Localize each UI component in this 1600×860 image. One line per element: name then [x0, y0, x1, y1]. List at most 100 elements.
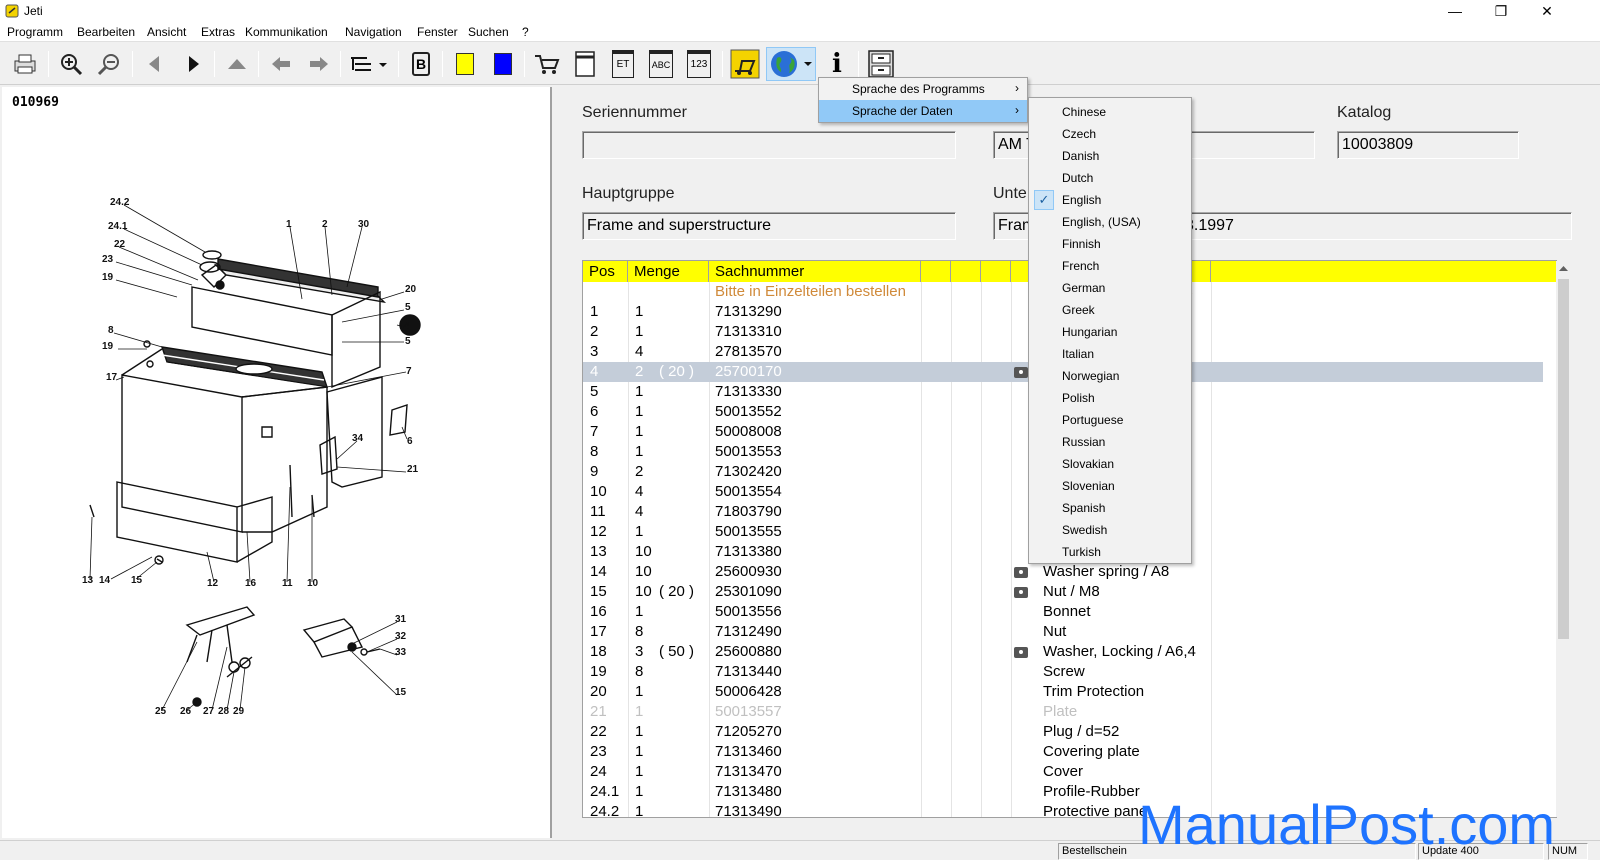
- yellow-color-button[interactable]: [448, 47, 482, 81]
- language-item-portuguese[interactable]: Portuguese: [1029, 409, 1191, 431]
- camera-icon[interactable]: [1014, 643, 1028, 660]
- language-item-english[interactable]: ✓ English: [1029, 189, 1191, 211]
- menu-fenster[interactable]: Fenster: [417, 25, 458, 39]
- header-col-4[interactable]: [921, 261, 951, 282]
- drawing-pane[interactable]: 010969 24.2 24.1 22 23 19 1 2 30 20 5 4 …: [2, 87, 552, 838]
- callout-label[interactable]: 6: [407, 436, 413, 447]
- callout-label[interactable]: 19: [102, 341, 114, 352]
- callout-label[interactable]: 5: [405, 302, 411, 313]
- cart-button[interactable]: [530, 47, 564, 81]
- callout-label[interactable]: 32: [395, 631, 407, 642]
- language-item-slovenian[interactable]: Slovenian: [1029, 475, 1191, 497]
- language-button[interactable]: [766, 47, 816, 81]
- typ-field[interactable]: AM T: [993, 131, 1033, 159]
- language-item-chinese[interactable]: Chinese: [1029, 101, 1191, 123]
- menu-item-program-language[interactable]: Sprache des Programms ›: [819, 78, 1027, 100]
- language-item-turkish[interactable]: Turkish: [1029, 541, 1191, 563]
- callout-label[interactable]: 23: [102, 254, 114, 265]
- language-item-english-usa[interactable]: English, (USA): [1029, 211, 1191, 233]
- info-button[interactable]: i: [820, 47, 854, 81]
- callout-label[interactable]: 29: [233, 706, 245, 717]
- language-item-finnish[interactable]: Finnish: [1029, 233, 1191, 255]
- header-menge[interactable]: Menge: [628, 261, 709, 282]
- callout-label[interactable]: 26: [180, 706, 192, 717]
- callout-label[interactable]: 31: [395, 614, 407, 625]
- scroll-up-icon[interactable]: [1556, 261, 1571, 276]
- language-item-italian[interactable]: Italian: [1029, 343, 1191, 365]
- seriennummer-field[interactable]: [582, 131, 956, 159]
- callout-label[interactable]: 22: [114, 239, 126, 250]
- camera-icon[interactable]: [1014, 563, 1028, 580]
- callout-label[interactable]: 13: [82, 575, 94, 586]
- callout-label[interactable]: 15: [395, 687, 407, 698]
- untergruppe-field[interactable]: Fram: [993, 212, 1033, 240]
- callout-label[interactable]: 25: [155, 706, 167, 717]
- language-item-norwegian[interactable]: Norwegian: [1029, 365, 1191, 387]
- back-button[interactable]: [264, 47, 298, 81]
- callout-label[interactable]: 14: [99, 575, 111, 586]
- vertical-scrollbar[interactable]: [1556, 261, 1571, 817]
- menu-extras[interactable]: Extras: [201, 25, 235, 39]
- callout-label[interactable]: 12: [207, 578, 219, 589]
- next-button[interactable]: [176, 47, 210, 81]
- numeric-button[interactable]: 123: [682, 47, 716, 81]
- restore-button[interactable]: ❐: [1478, 0, 1524, 22]
- callout-label[interactable]: 20: [405, 284, 417, 295]
- language-item-swedish[interactable]: Swedish: [1029, 519, 1191, 541]
- callout-label[interactable]: 27: [203, 706, 215, 717]
- callout-label[interactable]: 16: [245, 578, 257, 589]
- menu-kommunikation[interactable]: Kommunikation: [245, 25, 328, 39]
- callout-label[interactable]: 30: [358, 219, 370, 230]
- blue-color-button[interactable]: [486, 47, 520, 81]
- callout-label[interactable]: 21: [407, 464, 419, 475]
- abc-button[interactable]: ABC: [644, 47, 678, 81]
- scroll-thumb[interactable]: [1558, 279, 1569, 639]
- table-row[interactable]: 23 1 71313460 Covering plate: [583, 742, 1543, 762]
- camera-icon[interactable]: [1014, 363, 1028, 380]
- menu-bearbeiten[interactable]: Bearbeiten: [77, 25, 135, 39]
- menu-item-data-language[interactable]: Sprache der Daten ›: [819, 100, 1027, 122]
- table-row[interactable]: 16 1 50013556 Bonnet: [583, 602, 1543, 622]
- menu-ansicht[interactable]: Ansicht: [147, 25, 186, 39]
- callout-label[interactable]: 24.1: [108, 221, 128, 232]
- callout-label[interactable]: 2: [322, 219, 328, 230]
- header-col-6[interactable]: [981, 261, 1011, 282]
- katalog-field[interactable]: 10003809: [1337, 131, 1519, 159]
- callout-label[interactable]: 28: [218, 706, 230, 717]
- table-row[interactable]: 24 1 71313470 Cover: [583, 762, 1543, 782]
- callout-label[interactable]: 15: [131, 575, 143, 586]
- zoom-in-button[interactable]: [54, 47, 88, 81]
- language-item-french[interactable]: French: [1029, 255, 1191, 277]
- callout-label[interactable]: 17: [106, 372, 118, 383]
- menu-help[interactable]: ?: [522, 25, 529, 39]
- hauptgruppe-field[interactable]: Frame and superstructure: [582, 212, 956, 240]
- callout-label[interactable]: 11: [282, 578, 293, 589]
- callout-label[interactable]: 19: [102, 272, 114, 283]
- language-item-hungarian[interactable]: Hungarian: [1029, 321, 1191, 343]
- language-item-spanish[interactable]: Spanish: [1029, 497, 1191, 519]
- menu-programm[interactable]: Programm: [7, 25, 63, 39]
- language-item-greek[interactable]: Greek: [1029, 299, 1191, 321]
- table-row[interactable]: 20 1 50006428 Trim Protection: [583, 682, 1543, 702]
- table-row[interactable]: 14 10 25600930 Washer spring / A8: [583, 562, 1543, 582]
- table-row[interactable]: 15 10 ( 20 ) 25301090 Nut / M8: [583, 582, 1543, 602]
- language-item-danish[interactable]: Danish: [1029, 145, 1191, 167]
- minimize-button[interactable]: —: [1432, 0, 1478, 22]
- previous-button[interactable]: [138, 47, 172, 81]
- print-button[interactable]: [8, 47, 42, 81]
- language-item-russian[interactable]: Russian: [1029, 431, 1191, 453]
- tree-view-dropdown[interactable]: [346, 47, 392, 81]
- language-item-german[interactable]: German: [1029, 277, 1191, 299]
- callout-label[interactable]: 1: [286, 219, 292, 230]
- language-item-dutch[interactable]: Dutch: [1029, 167, 1191, 189]
- forward-button[interactable]: [302, 47, 336, 81]
- table-row[interactable]: 18 3 ( 50 ) 25600880 Washer, Locking / A6,4: [583, 642, 1543, 662]
- zoom-out-button[interactable]: [92, 47, 126, 81]
- up-button[interactable]: [220, 47, 254, 81]
- header-sachnummer[interactable]: Sachnummer: [709, 261, 921, 282]
- cabinet-button[interactable]: [864, 47, 898, 81]
- close-button[interactable]: ✕: [1524, 0, 1570, 22]
- menu-suchen[interactable]: Suchen: [468, 25, 509, 39]
- callout-label[interactable]: 5: [405, 336, 411, 347]
- menu-navigation[interactable]: Navigation: [345, 25, 402, 39]
